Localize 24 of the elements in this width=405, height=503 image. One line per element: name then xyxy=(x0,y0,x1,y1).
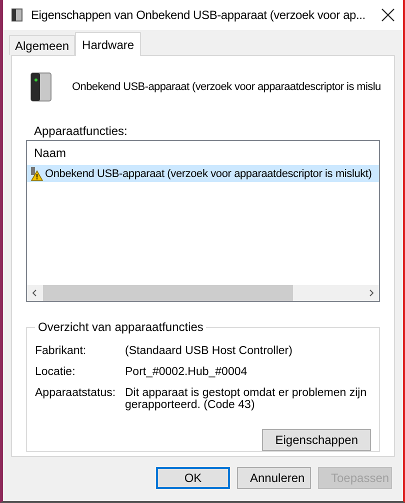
field-label: Fabrikant: xyxy=(35,345,88,357)
dialog-button[interactable]: Annuleren xyxy=(237,467,311,489)
list-label: Apparaatfuncties: xyxy=(34,124,128,140)
properties-button[interactable]: Eigenschappen xyxy=(262,429,371,451)
scroll-left-icon[interactable] xyxy=(31,289,39,297)
device-name: Onbekend USB-apparaat (verzoek voor apparaatdescriptor is mislu xyxy=(72,81,381,93)
close-icon[interactable] xyxy=(381,8,395,22)
window-title: Eigenschappen van Onbekend USB-apparaat (verzoek voor ap... xyxy=(31,8,366,22)
column-header[interactable]: Naam xyxy=(34,146,66,160)
list-item[interactable]: Onbekend USB-apparaat (verzoek voor apparaatdescriptor is mislukt) xyxy=(27,165,379,182)
field-label: Apparaatstatus: xyxy=(35,387,117,401)
device-icon xyxy=(30,72,52,102)
field-label: Locatie: xyxy=(35,366,76,378)
horizontal-scrollbar[interactable] xyxy=(27,285,379,301)
group-title: Overzicht van apparaatfuncties xyxy=(37,320,204,334)
device-icon xyxy=(11,8,23,22)
scrollbar-thumb[interactable] xyxy=(43,285,293,301)
scroll-right-icon[interactable] xyxy=(367,289,375,297)
field-value: (Standaard USB Host Controller) xyxy=(125,345,294,357)
dialog-button[interactable]: OK xyxy=(156,467,230,489)
tab[interactable]: Hardware xyxy=(75,32,142,56)
field-value: Port_#0002.Hub_#0004 xyxy=(125,366,248,378)
tab[interactable]: Algemeen xyxy=(9,35,76,55)
field-value: Dit apparaat is gestopt omdat er problemen zijn gerapporteerd. (Code 43) xyxy=(125,387,368,411)
